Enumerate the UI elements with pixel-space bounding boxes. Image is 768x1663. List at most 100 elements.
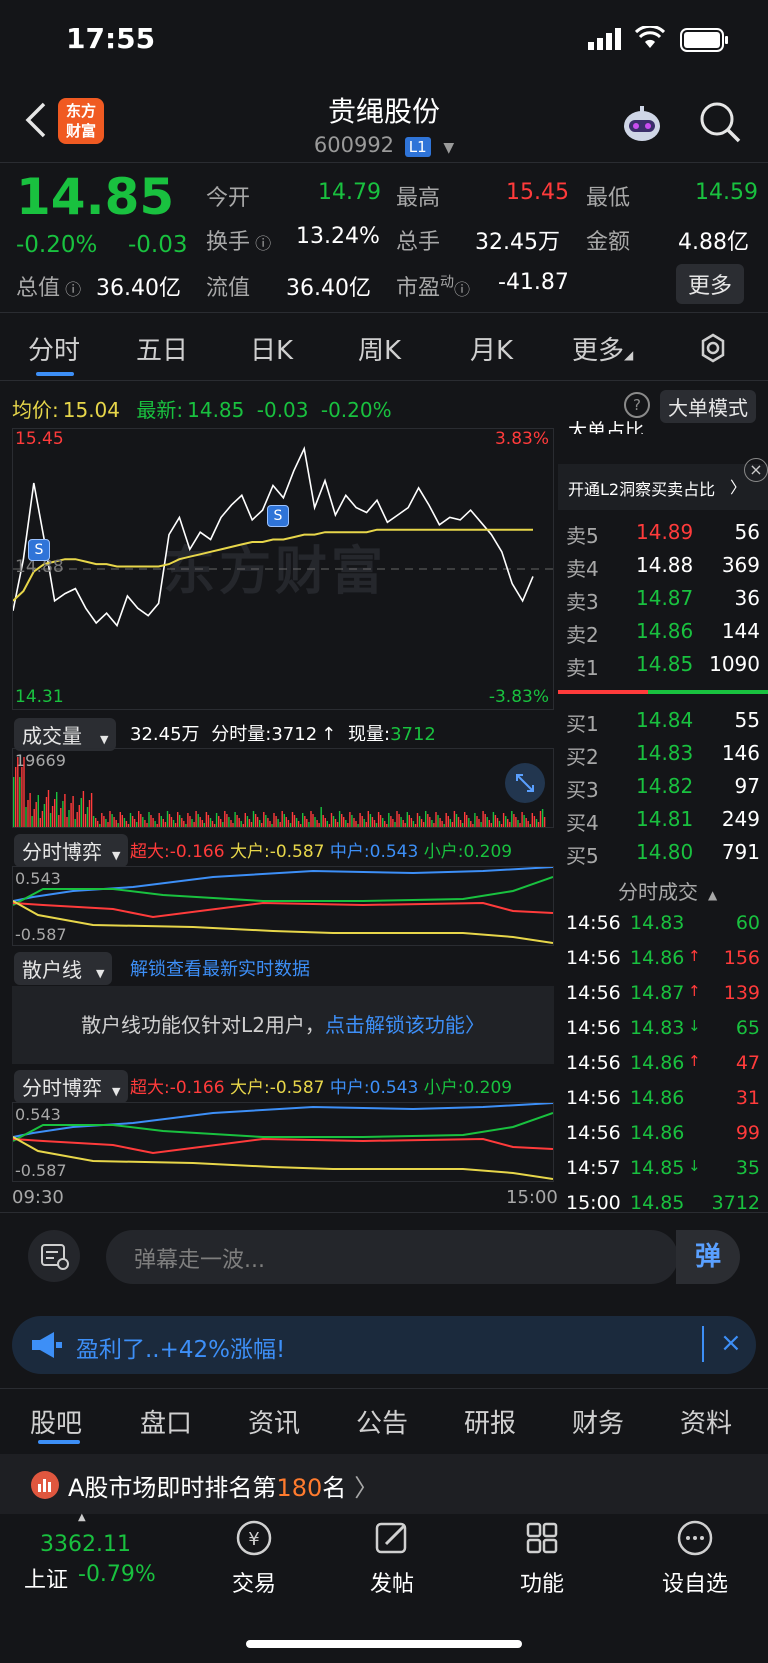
settings-button[interactable] — [698, 333, 728, 367]
nav-add-watchlist[interactable]: 设自选 — [650, 1518, 740, 1598]
tab-forum[interactable]: 股吧 — [30, 1403, 82, 1440]
tab-profile[interactable]: 资料 — [680, 1403, 732, 1440]
buy-row[interactable]: 买2 14.83 146 — [558, 741, 768, 771]
volume-bar — [109, 811, 111, 827]
search-button[interactable] — [698, 100, 742, 148]
svg-text:¥: ¥ — [248, 1529, 259, 1550]
tab-research[interactable]: 研报 — [464, 1403, 516, 1440]
rank-strip[interactable]: A股市场即时排名第180名〉 — [0, 1454, 768, 1514]
tab-weekly-k[interactable]: 周K — [358, 330, 401, 367]
volume-bar — [246, 816, 249, 827]
volume-bar — [152, 818, 154, 827]
sell-row[interactable]: 卖3 14.87 36 — [558, 586, 768, 616]
volume-bar — [324, 818, 326, 827]
nav-trade[interactable]: ¥ 交易 — [214, 1518, 294, 1598]
tab-finance[interactable]: 财务 — [572, 1403, 624, 1440]
tab-daily-k[interactable]: 日K — [250, 330, 293, 367]
volume-bar — [543, 817, 546, 827]
volume-bar — [447, 816, 449, 827]
trade-volume: 156 — [723, 947, 760, 969]
volume-bar — [29, 793, 31, 827]
game-chart-2: 0.543 -0.587 — [12, 1102, 554, 1182]
sell-row[interactable]: 卖4 14.88 369 — [558, 553, 768, 583]
volume-selector[interactable]: 成交量 ▼ — [14, 718, 117, 751]
volume-bar — [355, 821, 357, 827]
nav-features[interactable]: 功能 — [502, 1518, 582, 1598]
tab-monthly-k[interactable]: 月K — [470, 330, 513, 367]
promo-banner[interactable]: 盈利了..+42%涨幅! × — [12, 1316, 756, 1374]
volume-bar — [431, 820, 433, 827]
close-l2-banner-button[interactable]: × — [744, 458, 768, 482]
robot-assistant-icon[interactable] — [620, 102, 664, 150]
volume-bar — [461, 823, 464, 827]
volume-bar — [107, 822, 109, 827]
caret-down-icon: ▼ — [112, 1085, 121, 1098]
game-selector-1[interactable]: 分时博弈 ▼ — [14, 834, 129, 867]
volume-bar — [509, 822, 511, 827]
low-label: 最低 — [586, 186, 631, 211]
turnover-value: 13.24% — [296, 224, 380, 249]
volume-bar — [162, 819, 164, 827]
volume-bar — [172, 820, 175, 827]
volume-bar — [35, 802, 37, 827]
close-banner-button[interactable]: × — [720, 1328, 742, 1358]
volume-bar — [45, 797, 48, 827]
volume-bar — [541, 809, 544, 827]
grid-icon — [526, 1522, 558, 1554]
volume-bar — [418, 816, 421, 827]
volume-bar — [41, 811, 44, 827]
buy-row[interactable]: 买3 14.82 97 — [558, 774, 768, 804]
gear-icon — [701, 333, 725, 363]
tab-news[interactable]: 资讯 — [248, 1403, 300, 1440]
expand-chart-button[interactable] — [505, 763, 545, 803]
l2-banner[interactable]: 开通L2洞察买卖占比 〉 — [558, 464, 768, 510]
order-price: 14.89 — [636, 520, 694, 544]
volume-bar — [386, 824, 388, 827]
more-button[interactable]: 更多 — [676, 264, 745, 304]
retail-notice: 散户线功能仅针对L2用户，点击解锁该功能〉 — [12, 986, 554, 1064]
sell-row[interactable]: 卖1 14.85 1090 — [558, 652, 768, 682]
tab-five-day[interactable]: 五日 — [136, 330, 188, 367]
caret-up-icon: ▲ — [708, 888, 718, 902]
buy-row[interactable]: 买4 14.81 249 — [558, 807, 768, 837]
unlock-feature-link[interactable]: 点击解锁该功能 — [325, 1013, 465, 1037]
retail-selector[interactable]: 散户线 ▼ — [14, 952, 113, 985]
danmaku-input[interactable]: 弹幕走一波... — [106, 1230, 678, 1284]
amount-value: 4.88亿 — [678, 230, 749, 255]
order-price: 14.86 — [636, 619, 694, 643]
game-selector-2[interactable]: 分时博弈 ▼ — [14, 1070, 129, 1103]
volume-bar — [388, 813, 390, 827]
danmaku-toggle-button[interactable] — [28, 1230, 80, 1282]
help-icon[interactable]: ? — [624, 392, 650, 418]
change-pct: -0.20% — [16, 232, 98, 258]
danmaku-send-button[interactable]: 弹 — [676, 1230, 740, 1284]
order-level-label: 买2 — [566, 745, 599, 769]
tab-announcements[interactable]: 公告 — [356, 1403, 408, 1440]
game-y-top: 0.543 — [15, 869, 61, 888]
big-order-mode-button[interactable]: 大单模式 — [660, 390, 756, 423]
pe-value: -41.87 — [498, 270, 569, 295]
buy-row[interactable]: 买1 14.84 55 — [558, 708, 768, 738]
volume-bar — [142, 817, 144, 827]
trade-price: 14.85 — [630, 1192, 685, 1214]
nav-post[interactable]: 发帖 — [352, 1518, 432, 1598]
volume-bar — [68, 810, 70, 827]
retail-unlock-link[interactable]: 解锁查看最新实时数据 — [130, 955, 310, 981]
price-chart-area[interactable]: 东方财富 15.45 14.88 14.31 3.83% -3.83% S S — [12, 428, 554, 710]
volume-bar — [232, 823, 234, 827]
sell-row[interactable]: 卖5 14.89 56 — [558, 520, 768, 550]
trade-time: 14:56 — [566, 912, 621, 934]
order-price: 14.88 — [636, 553, 694, 577]
index-quote[interactable]: ▲ 3362.11 上证 -0.79% — [24, 1512, 174, 1593]
order-level-label: 卖4 — [566, 557, 599, 581]
tab-more[interactable]: 更多◢ — [572, 330, 633, 367]
trades-header[interactable]: 分时成交 ▲ — [618, 876, 717, 905]
volume-bar — [115, 820, 117, 827]
buy-row[interactable]: 买5 14.80 791 — [558, 840, 768, 870]
sell-row[interactable]: 卖2 14.86 144 — [558, 619, 768, 649]
tab-intraday[interactable]: 分时 — [28, 330, 80, 367]
order-price: 14.84 — [636, 708, 694, 732]
tab-orderbook[interactable]: 盘口 — [140, 1403, 192, 1440]
volume-bar — [412, 821, 415, 827]
trade-row: 14:56 14.86 ↑ 156 — [558, 947, 768, 979]
